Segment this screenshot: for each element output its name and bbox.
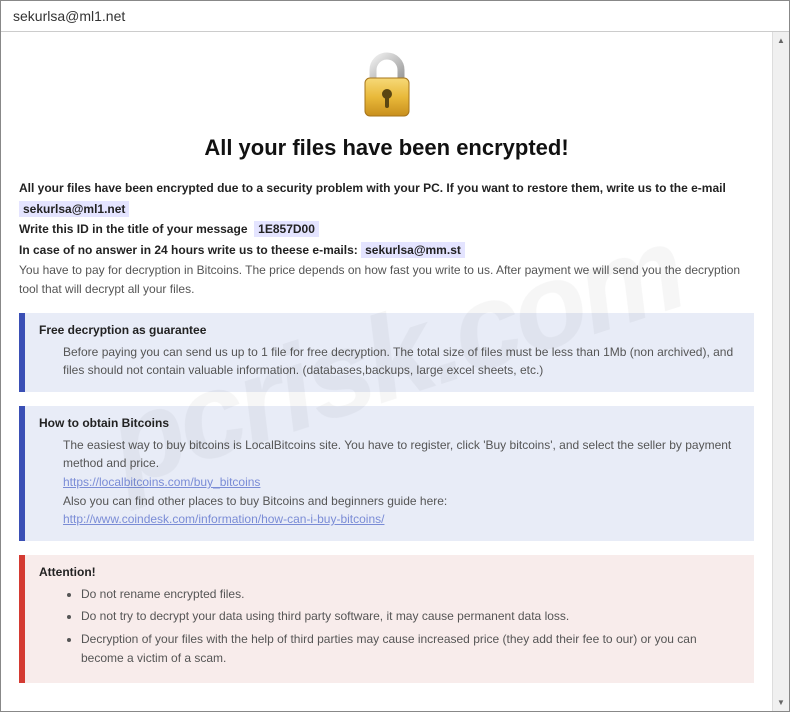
list-item: Do not try to decrypt your data using th… [81, 607, 740, 626]
intro-email1: sekurlsa@ml1.net [19, 201, 129, 217]
intro-email2-prefix: In case of no answer in 24 hours write u… [19, 243, 358, 257]
scroll-down-icon[interactable]: ▼ [773, 694, 789, 711]
lock-icon [355, 50, 419, 125]
scroll-up-icon[interactable]: ▲ [773, 32, 789, 49]
list-item: Do not rename encrypted files. [81, 585, 740, 604]
intro-id-prefix: Write this ID in the title of your messa… [19, 222, 248, 236]
btc-line2: Also you can find other places to buy Bi… [63, 492, 740, 511]
panel-bitcoins-title: How to obtain Bitcoins [39, 416, 740, 430]
main-content: All your files have been encrypted! All … [1, 32, 772, 711]
main-heading: All your files have been encrypted! [19, 135, 754, 161]
content-wrap: All your files have been encrypted! All … [1, 32, 789, 711]
intro-email2: sekurlsa@mm.st [361, 242, 465, 258]
panel-attention-title: Attention! [39, 565, 740, 579]
intro-block: All your files have been encrypted due t… [19, 179, 754, 299]
panel-guarantee-title: Free decryption as guarantee [39, 323, 740, 337]
btc-link1[interactable]: https://localbitcoins.com/buy_bitcoins [63, 475, 260, 489]
window-title-text: sekurlsa@ml1.net [13, 8, 125, 24]
panel-bitcoins: How to obtain Bitcoins The easiest way t… [19, 406, 754, 541]
btc-link2[interactable]: http://www.coindesk.com/information/how-… [63, 512, 384, 526]
panel-attention: Attention! Do not rename encrypted files… [19, 555, 754, 683]
hero-section: All your files have been encrypted! [19, 42, 754, 161]
ransom-window: sekurlsa@ml1.net [0, 0, 790, 712]
intro-payment-desc: You have to pay for decryption in Bitcoi… [19, 261, 754, 298]
panel-guarantee: Free decryption as guarantee Before payi… [19, 313, 754, 392]
vertical-scrollbar[interactable]: ▲ ▼ [772, 32, 789, 711]
intro-line1: All your files have been encrypted due t… [19, 181, 726, 195]
window-titlebar: sekurlsa@ml1.net [1, 1, 789, 32]
intro-id-value: 1E857D00 [254, 221, 319, 237]
panel-guarantee-body: Before paying you can send us up to 1 fi… [39, 343, 740, 380]
list-item: Decryption of your files with the help o… [81, 630, 740, 667]
attention-list: Do not rename encrypted files. Do not tr… [63, 585, 740, 667]
btc-line1: The easiest way to buy bitcoins is Local… [63, 436, 740, 473]
